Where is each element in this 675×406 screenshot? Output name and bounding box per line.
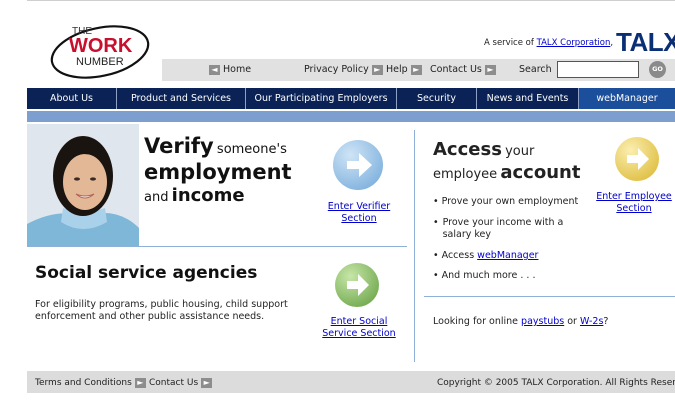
access-account-heading: Access your employee account bbox=[433, 139, 581, 184]
list-item: • And much more . . . bbox=[433, 270, 536, 281]
nav-news-and-events[interactable]: News and Events bbox=[476, 88, 578, 109]
the-work-number-logo[interactable]: THE WORK NUMBER bbox=[50, 18, 162, 80]
contact-us-link[interactable]: Contact Us ► bbox=[430, 64, 496, 75]
footer-contact-link[interactable]: Contact Us ► bbox=[149, 378, 213, 388]
employee-arrow-button[interactable] bbox=[615, 137, 659, 181]
go-button[interactable]: GO bbox=[649, 61, 666, 78]
list-item: • Access webManager bbox=[433, 250, 539, 261]
enter-employee-link[interactable]: Enter Employee Section bbox=[593, 191, 675, 215]
right-arrow-icon: ► bbox=[134, 378, 146, 388]
logo-work: WORK bbox=[69, 35, 133, 57]
talx-corporation-link[interactable]: TALX Corporation bbox=[537, 38, 611, 48]
blue-accent-band bbox=[27, 111, 675, 122]
social-service-title: Social service agencies bbox=[35, 263, 258, 283]
verify-heading: Verify someone's employment and income bbox=[144, 134, 292, 207]
list-item: • Prove your income with a salary key bbox=[433, 217, 564, 240]
right-arrow-icon: ► bbox=[201, 378, 213, 388]
logo-number: NUMBER bbox=[76, 56, 124, 68]
column-divider bbox=[414, 130, 415, 362]
right-arrow-icon bbox=[347, 153, 372, 177]
nav-about-us[interactable]: About Us bbox=[27, 88, 116, 109]
social-service-arrow-button[interactable] bbox=[335, 263, 379, 307]
nav-security[interactable]: Security bbox=[396, 88, 476, 109]
right-arrow-icon: ► bbox=[371, 64, 383, 75]
right-arrow-icon bbox=[347, 274, 369, 296]
nav-product-and-services[interactable]: Product and Services bbox=[116, 88, 245, 109]
social-service-description: For eligibility programs, public housing… bbox=[35, 299, 288, 322]
terms-link[interactable]: Terms and Conditions ► bbox=[35, 378, 146, 388]
section-divider bbox=[424, 296, 675, 297]
webmanager-link[interactable]: webManager bbox=[477, 250, 538, 261]
left-arrow-icon: ◄ bbox=[209, 64, 220, 75]
help-link[interactable]: Help ► bbox=[386, 64, 422, 75]
verifier-arrow-button[interactable] bbox=[333, 140, 383, 190]
service-of-text: A service of TALX Corporation, bbox=[484, 38, 614, 48]
search-input[interactable] bbox=[557, 61, 639, 78]
paystubs-link[interactable]: paystubs bbox=[521, 316, 564, 327]
right-arrow-icon: ► bbox=[410, 64, 422, 75]
nav-webmanager[interactable]: webManager bbox=[578, 88, 675, 109]
right-arrow-icon: ► bbox=[484, 64, 496, 75]
woman-photo bbox=[27, 124, 139, 246]
right-arrow-icon bbox=[627, 148, 649, 170]
looking-for-text: Looking for online paystubs or W-2s? bbox=[433, 316, 609, 327]
enter-verifier-link[interactable]: Enter Verifier Section bbox=[322, 201, 396, 225]
copyright-text: Copyright © 2005 TALX Corporation. All R… bbox=[437, 378, 675, 388]
privacy-policy-link[interactable]: Privacy Policy ► bbox=[304, 64, 383, 75]
nav-participating-employers[interactable]: Our Participating Employers bbox=[245, 88, 396, 109]
w2s-link[interactable]: W-2s bbox=[580, 316, 603, 327]
list-item: • Prove your own employment bbox=[433, 196, 579, 207]
talx-logo[interactable]: TALX bbox=[616, 27, 675, 58]
search-label: Search bbox=[519, 64, 552, 75]
top-divider bbox=[27, 0, 675, 1]
home-link[interactable]: ◄ Home bbox=[209, 64, 251, 75]
section-divider bbox=[27, 246, 407, 247]
enter-social-service-link[interactable]: Enter Social Service Section bbox=[318, 316, 400, 340]
